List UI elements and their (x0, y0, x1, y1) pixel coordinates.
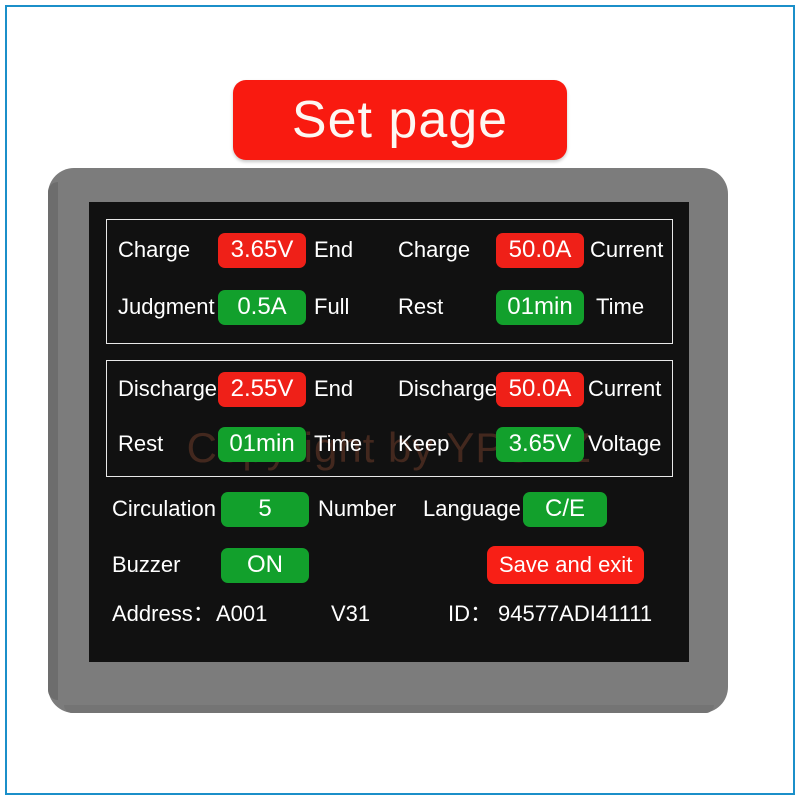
charge-end-voltage-label: Charge (118, 237, 191, 262)
charge-current-label: Charge (397, 237, 471, 262)
judgment-full-label: Judgment (118, 294, 215, 319)
discharge-settings-panel: Discharge 2.55V End Discharge 50.0A Curr… (106, 360, 673, 477)
charge-rest-time-unit-label: Time (595, 294, 645, 319)
discharge-rest-time-unit-label: Time (314, 431, 363, 456)
device-bezel: Copyright by YPSDZ Charge 3.65V End Char… (48, 168, 728, 713)
charge-current-value[interactable]: 50.0A (495, 232, 584, 268)
discharge-end-voltage-value[interactable]: 2.55V (218, 371, 306, 407)
discharge-current-group: Discharge 50.0A Current (397, 371, 672, 407)
discharge-current-unit-label: Current (587, 376, 662, 401)
save-and-exit-label: Save and exit (499, 552, 633, 577)
buzzer-value[interactable]: ON (221, 547, 309, 583)
circulation-unit-label: Number (318, 496, 397, 521)
charge-rest-time-label: Rest (397, 294, 444, 319)
device-screen: Copyright by YPSDZ Charge 3.65V End Char… (89, 202, 689, 662)
charge-rest-time-value[interactable]: 01min (495, 289, 584, 325)
circulation-value[interactable]: 5 (221, 491, 309, 527)
judgment-full-value[interactable]: 0.5A (218, 289, 306, 325)
set-page-title-badge: Set page (233, 80, 567, 160)
discharge-row-rest-keep: Rest 01min Time Keep 3.65V Voltage (107, 419, 672, 469)
page-title: Set page (291, 91, 509, 149)
status-bar: Address： A001 V31 ID： 94577ADI41111 (106, 599, 673, 629)
language-label: Language (423, 496, 521, 521)
discharge-rest-time-label: Rest (118, 431, 164, 456)
circulation-label: Circulation (112, 496, 216, 521)
device-id-value: 94577ADI41111 (498, 601, 653, 626)
judgment-full-unit-label: Full (314, 294, 350, 319)
charge-row-end-voltage: Charge 3.65V End Charge 50.0A Current (107, 225, 672, 275)
charge-settings-panel: Charge 3.65V End Charge 50.0A Current Ju… (106, 219, 673, 344)
general-settings-area: Circulation 5 Number Language C/E Buzzer… (106, 487, 673, 657)
device-id-label: ID： (448, 601, 493, 626)
save-and-exit-button[interactable]: Save and exit (487, 546, 645, 584)
screenshot-root: Set page Copyright by YPSDZ Charge 3.65V… (0, 0, 800, 800)
bezel-left-shadow (48, 182, 58, 700)
discharge-current-label: Discharge (397, 376, 498, 401)
keep-voltage-value[interactable]: 3.65V (495, 426, 584, 462)
discharge-row-end-voltage: Discharge 2.55V End Discharge 50.0A Curr… (107, 364, 672, 414)
charge-end-voltage-unit-label: End (314, 237, 354, 262)
charge-rest-time-group: Rest 01min Time (397, 289, 672, 325)
discharge-rest-time-value[interactable]: 01min (218, 426, 306, 462)
discharge-end-voltage-unit-label: End (314, 376, 354, 401)
firmware-version: V31 (331, 601, 371, 626)
language-value[interactable]: C/E (523, 491, 607, 527)
charge-row-full-judgment: Judgment 0.5A Full Rest 01min Time (107, 282, 672, 332)
address-value: A001 (216, 601, 268, 626)
address-label: Address： (112, 601, 215, 626)
discharge-rest-time-group: Rest 01min Time (107, 426, 398, 462)
keep-voltage-unit-label: Voltage (587, 431, 662, 456)
settings-row-circulation-language: Circulation 5 Number Language C/E (106, 487, 673, 531)
discharge-current-value[interactable]: 50.0A (495, 371, 584, 407)
charge-current-group: Charge 50.0A Current (397, 232, 672, 268)
buzzer-label: Buzzer (112, 552, 181, 577)
discharge-end-voltage-group: Discharge 2.55V End (107, 371, 398, 407)
keep-voltage-group: Keep 3.65V Voltage (397, 426, 672, 462)
charge-current-unit-label: Current (589, 237, 664, 262)
judgment-full-group: Judgment 0.5A Full (107, 289, 398, 325)
keep-voltage-label: Keep (397, 431, 450, 456)
charge-end-voltage-group: Charge 3.65V End (107, 232, 398, 268)
bezel-bottom-shadow (64, 705, 714, 713)
discharge-end-voltage-label: Discharge (118, 376, 218, 401)
charge-end-voltage-value[interactable]: 3.65V (218, 232, 306, 268)
